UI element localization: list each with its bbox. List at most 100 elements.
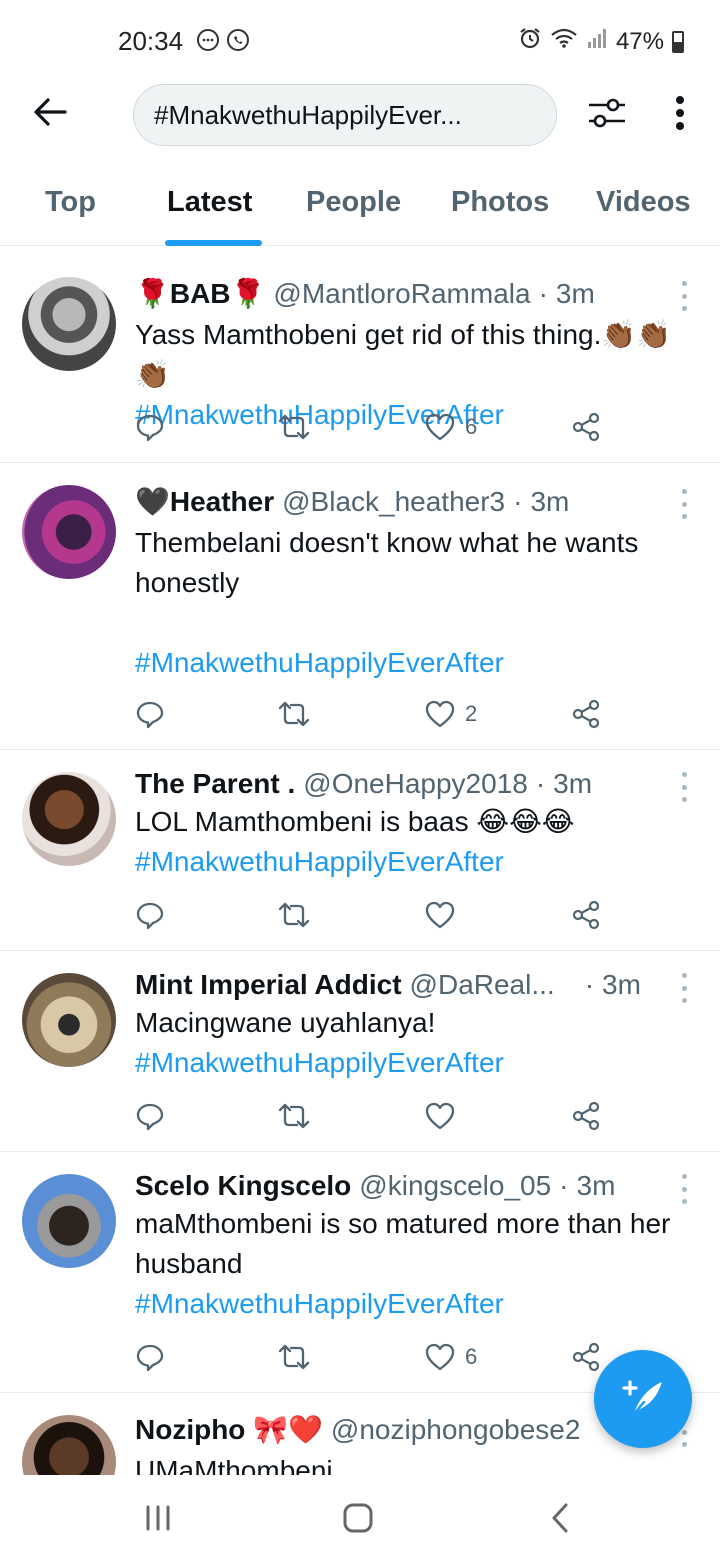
share-button[interactable] (571, 898, 601, 932)
tweet-hashtag[interactable]: #MnakwethuHappilyEverAfter (135, 842, 680, 882)
tab-photos[interactable]: Photos (451, 186, 549, 219)
like-button[interactable] (425, 898, 465, 932)
retweet-button[interactable] (277, 410, 311, 444)
retweet-button[interactable] (277, 1340, 311, 1374)
like-button[interactable]: 6 (425, 410, 477, 444)
tweet-actions: 6 (135, 410, 605, 444)
reply-button[interactable] (135, 697, 165, 731)
tweet-actions (135, 1099, 605, 1133)
arrow-left-icon (33, 97, 67, 132)
tweet-hashtag[interactable]: #MnakwethuHappilyEverAfter (135, 1043, 680, 1083)
tweet-author-name[interactable]: 🖤Heather (135, 485, 274, 518)
filter-button[interactable] (584, 92, 630, 138)
avatar[interactable] (22, 1415, 116, 1475)
tweet-item[interactable]: The Parent . @OneHappy2018 · 3m LOL Mamt… (0, 750, 720, 951)
tweet-author-name[interactable]: Nozipho 🎀❤️ (135, 1413, 323, 1446)
share-icon (572, 412, 600, 442)
tweet-text: UMaMthombeni (135, 1455, 333, 1475)
tweet-text: Yass Mamthobeni get rid of this thing.👏🏾… (135, 319, 672, 390)
reply-button[interactable] (135, 1340, 165, 1374)
tweet-time: 3m (555, 277, 595, 309)
like-button[interactable]: 2 (425, 697, 477, 731)
share-button[interactable] (571, 697, 601, 731)
filter-sliders-icon (586, 95, 628, 136)
home-button[interactable] (338, 1500, 378, 1540)
tweet-author-handle[interactable]: @kingscelo_05 (359, 1170, 551, 1202)
reply-button[interactable] (135, 898, 165, 932)
tweet-text: Thembelani doesn't know what he wants ho… (135, 527, 639, 598)
system-icons: 47% (518, 26, 684, 57)
retweet-button[interactable] (277, 1099, 311, 1133)
tweet-menu-button[interactable] (678, 489, 690, 519)
compose-tweet-button[interactable] (594, 1350, 692, 1448)
compose-feather-icon (616, 1370, 670, 1429)
tweet-time: 3m (530, 485, 570, 517)
like-count: 2 (465, 701, 478, 726)
share-button[interactable] (571, 410, 601, 444)
reply-button[interactable] (135, 1099, 165, 1133)
tweet-item[interactable]: 🌹BAB🌹 @MantloroRammala · 3m Yass Mamthob… (0, 255, 720, 463)
search-input[interactable]: #MnakwethuHappilyEver... (133, 84, 557, 146)
tweet-item[interactable]: Scelo Kingscelo @kingscelo_05 · 3m maMth… (0, 1152, 720, 1393)
tweet-item[interactable]: 🖤Heather @Black_heather3 · 3m Thembelani… (0, 463, 720, 750)
tweet-header: Scelo Kingscelo @kingscelo_05 · 3m (135, 1170, 678, 1202)
back-button[interactable] (28, 92, 72, 136)
tweet-author-handle[interactable]: @OneHappy2018 (303, 768, 528, 800)
avatar[interactable] (22, 277, 116, 371)
avatar[interactable] (22, 973, 116, 1067)
tweet-actions (135, 898, 605, 932)
tweet-menu-button[interactable] (678, 772, 690, 802)
wifi-icon (550, 26, 578, 57)
retweet-icon (278, 1103, 310, 1129)
heart-icon (425, 413, 455, 441)
tweet-author-name[interactable]: Mint Imperial Addict (135, 969, 402, 1001)
tweet-author-handle[interactable]: @MantloroRammala (273, 278, 530, 310)
tweet-menu-button[interactable] (678, 1174, 690, 1204)
tab-people[interactable]: People (306, 186, 401, 219)
tweet-menu-button[interactable] (678, 973, 690, 1003)
tweet-actions: 2 (135, 697, 605, 731)
retweet-button[interactable] (277, 898, 311, 932)
tweet-hashtag[interactable]: #MnakwethuHappilyEverAfter (135, 643, 690, 683)
tweet-header: Nozipho 🎀❤️ @noziphongobese2 (135, 1413, 678, 1446)
tweet-menu-button[interactable] (678, 281, 690, 311)
tweet-hashtag[interactable]: #MnakwethuHappilyEverAfter (135, 1284, 690, 1324)
tab-latest[interactable]: Latest (167, 186, 252, 219)
avatar[interactable] (22, 485, 116, 579)
recent-apps-button[interactable] (138, 1500, 178, 1540)
reply-icon (136, 902, 164, 930)
tweet-author-handle[interactable]: @DaReal... (410, 969, 555, 1001)
like-count: 6 (465, 1344, 478, 1369)
like-button[interactable] (425, 1099, 465, 1133)
avatar[interactable] (22, 772, 116, 866)
share-icon (572, 699, 600, 729)
tab-videos[interactable]: Videos (596, 186, 691, 219)
avatar[interactable] (22, 1174, 116, 1268)
tab-top[interactable]: Top (45, 186, 96, 219)
tweet-body: Thembelani doesn't know what he wants ho… (135, 523, 690, 683)
tweet-author-handle[interactable]: @Black_heather3 (282, 486, 505, 518)
tweet-author-handle[interactable]: @noziphongobese2 (331, 1414, 581, 1446)
like-button[interactable]: 6 (425, 1340, 477, 1374)
reply-button[interactable] (135, 410, 165, 444)
retweet-button[interactable] (277, 697, 311, 731)
tweet-header: The Parent . @OneHappy2018 · 3m (135, 768, 678, 800)
more-options-button[interactable] (660, 92, 700, 138)
retweet-icon (278, 414, 310, 440)
reply-icon (136, 701, 164, 729)
heart-icon (425, 1343, 455, 1371)
back-nav-button[interactable] (540, 1500, 580, 1540)
tweet-header: 🌹BAB🌹 @MantloroRammala · 3m (135, 277, 678, 310)
tweet-author-name[interactable]: The Parent . (135, 768, 295, 800)
share-button[interactable] (571, 1099, 601, 1133)
like-count: 6 (465, 414, 478, 439)
chevron-left-icon (549, 1502, 571, 1539)
tweet-header: 🖤Heather @Black_heather3 · 3m (135, 485, 678, 518)
tweet-actions: 6 (135, 1340, 605, 1374)
tweet-feed[interactable]: 🌹BAB🌹 @MantloroRammala · 3m Yass Mamthob… (0, 255, 720, 1475)
tweet-item[interactable]: Mint Imperial Addict @DaReal... · 3m Mac… (0, 951, 720, 1152)
heart-icon (425, 901, 455, 929)
tweet-author-name[interactable]: Scelo Kingscelo (135, 1170, 351, 1202)
tweet-author-name[interactable]: 🌹BAB🌹 (135, 277, 265, 310)
share-button[interactable] (571, 1340, 601, 1374)
